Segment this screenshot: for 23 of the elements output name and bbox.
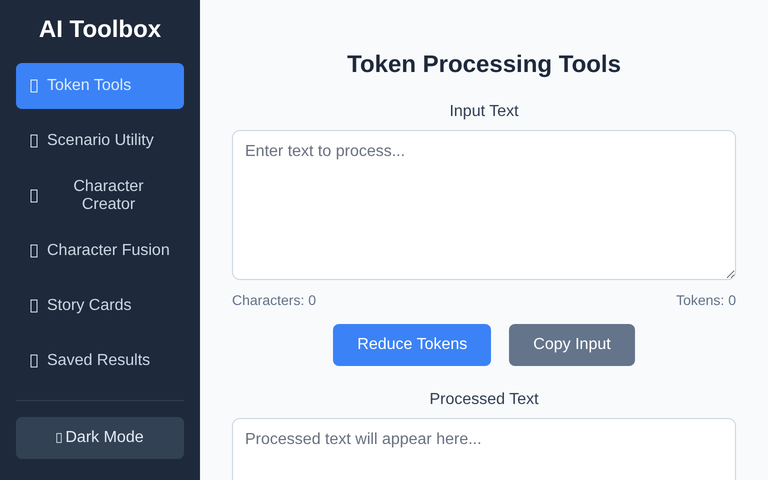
character-count: Characters: 0 [232, 292, 316, 308]
glyph-box-icon [30, 133, 38, 149]
nav-item[interactable]: Character Creator [16, 173, 184, 219]
nav-item[interactable]: Scenario Utility [16, 118, 184, 164]
field-label: Processed Text [428, 390, 540, 410]
app-title: AI Toolbox [38, 16, 162, 44]
token-count: Tokens: 0 [676, 292, 736, 308]
output-text-field[interactable]: Processed text will appear here... [232, 418, 736, 480]
action-button[interactable]: Copy Input [509, 324, 635, 366]
nav-item[interactable]: Story Cards [16, 283, 184, 329]
glyph-box-icon [30, 353, 38, 369]
page-heading: Token Processing Tools [346, 50, 622, 80]
glyph-box-icon [30, 188, 38, 204]
glyph-box-icon [30, 78, 38, 94]
action-button[interactable]: Reduce Tokens [333, 324, 492, 366]
glyph-box-icon [30, 298, 38, 314]
field-label: Input Text [448, 102, 520, 122]
glyph-box-icon [56, 431, 62, 445]
input-text-field[interactable]: Enter text to process... [232, 130, 736, 280]
nav-item[interactable]: Character Fusion [16, 228, 184, 274]
nav-item[interactable]: Saved Results [16, 338, 184, 384]
dark-mode-button[interactable]: Dark Mode [16, 417, 184, 459]
glyph-box-icon [30, 243, 38, 259]
